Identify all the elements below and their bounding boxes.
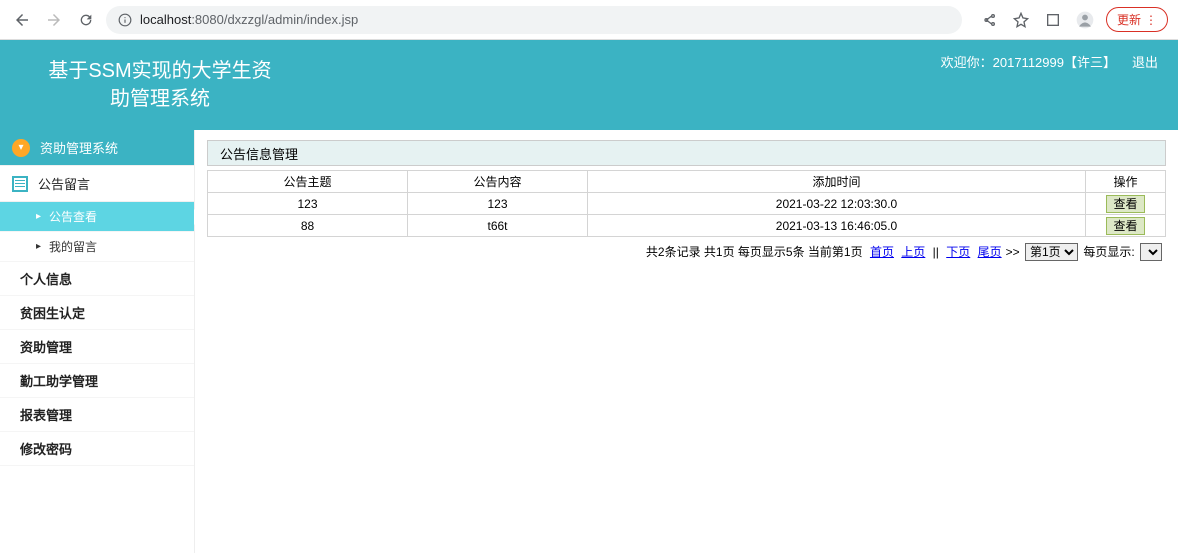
profile-icon[interactable] (1074, 9, 1096, 31)
pager-page-select[interactable]: 第1页 (1025, 243, 1078, 261)
browser-toolbar: localhost:8080/dxzzgl/admin/index.jsp 更新… (0, 0, 1178, 40)
sidebar: ▾ 资助管理系统 公告留言 ▸ 公告查看 ▸ 我的留言 个人信息 贫困生认定 资… (0, 130, 195, 553)
url-path: :8080/dxzzgl/admin/index.jsp (191, 12, 358, 27)
pager-last[interactable]: 尾页 (978, 245, 1002, 259)
chevron-down-icon: ▾ (12, 139, 30, 157)
browser-actions: 更新 ⋮ (978, 7, 1168, 32)
app-title: 基于SSM实现的大学生资 助管理系统 (40, 57, 280, 113)
update-button[interactable]: 更新 ⋮ (1106, 7, 1168, 32)
pager-next[interactable]: 下页 (946, 245, 970, 259)
table-row: 88 t66t 2021-03-13 16:46:05.0 查看 (208, 215, 1166, 237)
col-time: 添加时间 (588, 171, 1086, 193)
forward-icon[interactable] (42, 8, 66, 32)
notices-table: 公告主题 公告内容 添加时间 操作 123 123 2021-03-22 12:… (207, 170, 1166, 237)
content-area: 公告信息管理 公告主题 公告内容 添加时间 操作 123 123 2021-03… (195, 130, 1178, 553)
back-icon[interactable] (10, 8, 34, 32)
list-icon (12, 176, 28, 192)
share-icon[interactable] (978, 9, 1000, 31)
col-topic: 公告主题 (208, 171, 408, 193)
arrow-right-icon: ▸ (36, 241, 41, 252)
col-action: 操作 (1086, 171, 1166, 193)
info-icon (118, 13, 132, 27)
sidebar-item-workstudy[interactable]: 勤工助学管理 (0, 364, 194, 398)
logout-link[interactable]: 退出 (1132, 52, 1158, 71)
sidebar-sub-view-notices[interactable]: ▸ 公告查看 (0, 202, 194, 232)
reload-icon[interactable] (74, 8, 98, 32)
view-button[interactable]: 查看 (1106, 217, 1144, 235)
sidebar-item-poverty[interactable]: 贫困生认定 (0, 296, 194, 330)
menu-dots-icon: ⋮ (1145, 13, 1157, 27)
col-content: 公告内容 (408, 171, 588, 193)
pager-first[interactable]: 首页 (870, 245, 894, 259)
address-bar[interactable]: localhost:8080/dxzzgl/admin/index.jsp (106, 6, 962, 34)
sidebar-system-header[interactable]: ▾ 资助管理系统 (0, 130, 194, 166)
update-label: 更新 (1117, 11, 1141, 28)
sidebar-item-personal[interactable]: 个人信息 (0, 262, 194, 296)
extensions-icon[interactable] (1042, 9, 1064, 31)
sidebar-item-aid[interactable]: 资助管理 (0, 330, 194, 364)
panel-title: 公告信息管理 (207, 140, 1166, 166)
pager-summary: 共2条记录 共1页 每页显示5条 当前第1页 (646, 245, 863, 259)
pager-prev[interactable]: 上页 (901, 245, 925, 259)
sidebar-item-reports[interactable]: 报表管理 (0, 398, 194, 432)
welcome-text: 欢迎你：2017112999【许三】 (941, 52, 1116, 71)
pager-size-select[interactable] (1140, 243, 1162, 261)
table-row: 123 123 2021-03-22 12:03:30.0 查看 (208, 193, 1166, 215)
url-host: localhost (140, 12, 191, 27)
arrow-right-icon: ▸ (36, 211, 41, 222)
view-button[interactable]: 查看 (1106, 195, 1144, 213)
sidebar-item-password[interactable]: 修改密码 (0, 432, 194, 466)
app-header: 基于SSM实现的大学生资 助管理系统 欢迎你：2017112999【许三】 退出 (0, 40, 1178, 130)
sidebar-group-notices[interactable]: 公告留言 (0, 166, 194, 202)
star-icon[interactable] (1010, 9, 1032, 31)
pagination: 共2条记录 共1页 每页显示5条 当前第1页 首页 上页 || 下页 尾页>> … (207, 237, 1166, 267)
sidebar-sub-my-messages[interactable]: ▸ 我的留言 (0, 232, 194, 262)
